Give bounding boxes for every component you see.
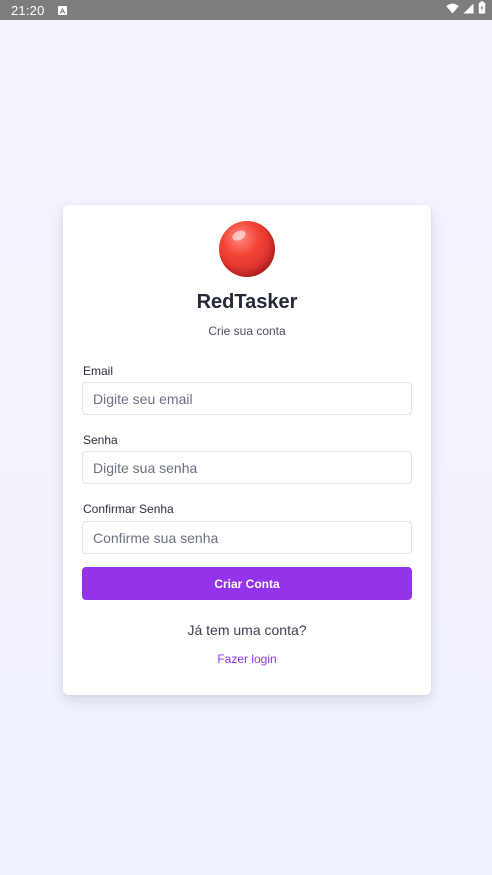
- signal-icon: [463, 1, 474, 19]
- wifi-icon: [446, 1, 459, 19]
- status-time: 21:20: [11, 2, 45, 18]
- email-label: Email: [83, 364, 114, 378]
- notification-a-icon: [57, 5, 67, 15]
- status-bar: 21:20: [0, 0, 492, 20]
- battery-icon: [478, 1, 486, 19]
- email-field[interactable]: [82, 382, 412, 415]
- confirm-password-field[interactable]: [82, 521, 412, 554]
- app-subtitle: Crie sua conta: [208, 324, 286, 338]
- app-title: RedTasker: [196, 291, 298, 313]
- status-bar-right: [446, 1, 486, 19]
- confirm-password-label: Confirmar Senha: [83, 502, 174, 516]
- signup-card: RedTasker Crie sua conta Email Senha Con…: [63, 205, 431, 695]
- login-prompt: Já tem uma conta?: [187, 622, 307, 638]
- status-bar-left: 21:20: [11, 3, 67, 18]
- create-account-button[interactable]: Criar Conta: [82, 567, 412, 600]
- password-label: Senha: [83, 433, 118, 447]
- password-field[interactable]: [82, 451, 412, 484]
- login-link[interactable]: Fazer login: [63, 652, 431, 666]
- red-ball-icon: [219, 221, 275, 277]
